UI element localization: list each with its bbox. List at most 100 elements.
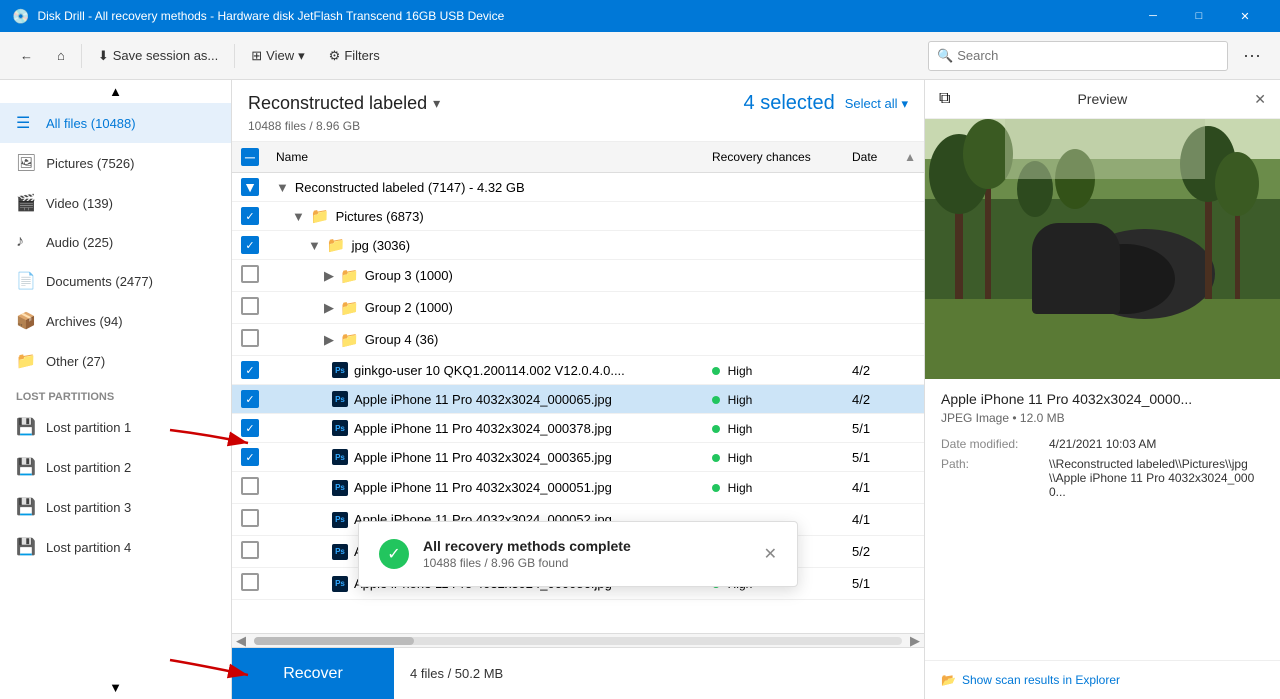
- row-checkbox[interactable]: ▼: [241, 178, 259, 196]
- horizontal-scrollbar[interactable]: ◀ ▶: [232, 633, 924, 647]
- row-checkbox[interactable]: ✓: [241, 361, 259, 379]
- sidebar-item-other[interactable]: 📁 Other (27): [0, 341, 231, 381]
- expand-icon[interactable]: ▶: [324, 300, 334, 316]
- search-input[interactable]: [957, 48, 1219, 63]
- view-button[interactable]: ⊞ View ▾: [243, 44, 312, 68]
- download-icon: ⬇: [98, 48, 109, 64]
- show-in-explorer-button[interactable]: 📂 Show scan results in Explorer: [925, 660, 1280, 699]
- row-checkbox[interactable]: [241, 541, 259, 559]
- sidebar-item-label: Documents (2477): [46, 274, 153, 289]
- row-checkbox[interactable]: ✓: [241, 419, 259, 437]
- row-checkbox[interactable]: [241, 573, 259, 591]
- preview-close-button[interactable]: ✕: [1254, 91, 1266, 108]
- scroll-right-button[interactable]: ▶: [906, 633, 924, 648]
- table-row[interactable]: ✓ ▼ 📁 jpg (3036): [232, 231, 924, 260]
- folder-icon: 📁: [340, 299, 359, 317]
- copy-button[interactable]: ⧉: [939, 90, 950, 108]
- category-chevron-icon[interactable]: ▾: [433, 95, 440, 112]
- titlebar: 💿 Disk Drill - All recovery methods - Ha…: [0, 0, 1280, 32]
- sidebar-item-documents[interactable]: 📄 Documents (2477): [0, 261, 231, 301]
- sidebar-item-pictures[interactable]: 🖼 Pictures (7526): [0, 143, 231, 183]
- table-row[interactable]: Ps Apple iPhone 11 Pro 4032x3024_000051.…: [232, 472, 924, 504]
- documents-icon: 📄: [16, 271, 36, 291]
- sidebar-scroll-up[interactable]: ▲: [0, 80, 231, 103]
- expand-icon[interactable]: ▼: [292, 209, 305, 224]
- sidebar-item-audio[interactable]: ♪ Audio (225): [0, 223, 231, 261]
- back-button[interactable]: ←: [12, 44, 41, 67]
- search-box[interactable]: 🔍: [928, 41, 1228, 71]
- ps-file-icon: Ps: [332, 512, 348, 528]
- table-row[interactable]: ▼ ▼ Reconstructed labeled (7147) - 4.32 …: [232, 173, 924, 202]
- recover-button[interactable]: Recover: [232, 648, 394, 699]
- date-cell: 5/1: [844, 568, 924, 600]
- minimize-button[interactable]: ─: [1130, 0, 1176, 32]
- sidebar-item-lp2[interactable]: 💾 Lost partition 2: [0, 447, 231, 487]
- table-row[interactable]: ✓ Ps Apple iPhone 11 Pro 4032x3024_00037…: [232, 414, 924, 443]
- table-row[interactable]: ▶ 📁 Group 3 (1000): [232, 260, 924, 292]
- recovery-dot: [712, 484, 720, 492]
- save-session-button[interactable]: ⬇ Save session as...: [90, 44, 226, 68]
- row-checkbox[interactable]: [241, 509, 259, 527]
- expand-icon[interactable]: ▼: [308, 238, 321, 253]
- row-checkbox[interactable]: [241, 297, 259, 315]
- row-checkbox[interactable]: [241, 477, 259, 495]
- expand-icon[interactable]: ▼: [276, 180, 289, 195]
- sidebar-item-all-files[interactable]: ☰ All files (10488): [0, 103, 231, 143]
- row-checkbox[interactable]: ✓: [241, 236, 259, 254]
- recovery-text: High: [728, 422, 753, 436]
- row-checkbox[interactable]: ✓: [241, 207, 259, 225]
- expand-icon[interactable]: ▶: [324, 332, 334, 348]
- recovery-dot: [712, 454, 720, 462]
- table-header-check[interactable]: ─: [232, 142, 268, 173]
- scroll-left-button[interactable]: ◀: [232, 633, 250, 648]
- expand-icon[interactable]: ▶: [324, 268, 334, 284]
- table-header-recovery[interactable]: Recovery chances: [704, 142, 844, 173]
- ps-file-icon: Ps: [332, 362, 348, 378]
- row-checkbox[interactable]: [241, 265, 259, 283]
- sidebar-item-lp3[interactable]: 💾 Lost partition 3: [0, 487, 231, 527]
- close-button[interactable]: ✕: [1222, 0, 1268, 32]
- scroll-up-icon[interactable]: ▲: [904, 150, 916, 164]
- select-all-label: Select all: [845, 96, 898, 111]
- row-checkbox[interactable]: [241, 329, 259, 347]
- table-row[interactable]: ▶ 📁 Group 4 (36): [232, 324, 924, 356]
- sidebar-item-lp1[interactable]: 💾 Lost partition 1: [0, 407, 231, 447]
- scroll-thumb[interactable]: [254, 637, 414, 645]
- table-row[interactable]: ▶ 📁 Group 2 (1000): [232, 292, 924, 324]
- maximize-button[interactable]: □: [1176, 0, 1222, 32]
- partition-icon: 💾: [16, 417, 36, 437]
- other-icon: 📁: [16, 351, 36, 371]
- sidebar-item-label: Other (27): [46, 354, 105, 369]
- row-name-container: ▼ 📁 jpg (3036): [276, 236, 916, 254]
- toolbar-divider-2: [234, 44, 235, 68]
- home-button[interactable]: ⌂: [49, 44, 73, 67]
- table-row[interactable]: ✓ ▼ 📁 Pictures (6873): [232, 202, 924, 231]
- notification-subtitle: 10488 files / 8.96 GB found: [423, 556, 750, 570]
- more-options-button[interactable]: ···: [1236, 40, 1268, 72]
- filters-button[interactable]: ⚙ Filters: [321, 44, 388, 68]
- file-name: Apple iPhone 11 Pro 4032x3024_000051.jpg: [354, 480, 612, 495]
- table-header-name[interactable]: Name: [268, 142, 704, 173]
- row-checkbox[interactable]: ✓: [241, 390, 259, 408]
- date-modified-value: 4/21/2021 10:03 AM: [1049, 437, 1156, 451]
- file-name: Reconstructed labeled (7147) - 4.32 GB: [295, 180, 525, 195]
- sidebar-item-video[interactable]: 🎬 Video (139): [0, 183, 231, 223]
- table-row[interactable]: ✓ Ps Apple iPhone 11 Pro 4032x3024_00036…: [232, 443, 924, 472]
- table-row[interactable]: ✓ Ps Apple iPhone 11 Pro 4032x3024_00006…: [232, 385, 924, 414]
- sidebar-item-lp4[interactable]: 💾 Lost partition 4: [0, 527, 231, 567]
- table-header-date[interactable]: Date ▲: [844, 142, 924, 173]
- notification-close-button[interactable]: ✕: [764, 544, 777, 564]
- table-row[interactable]: ✓ Ps ginkgo-user 10 QKQ1.200114.002 V12.…: [232, 356, 924, 385]
- folder-icon: 📁: [327, 236, 346, 254]
- select-all-checkbox[interactable]: ─: [241, 148, 259, 166]
- select-all-button[interactable]: Select all ▾: [845, 96, 908, 112]
- sidebar-item-label: Pictures (7526): [46, 156, 134, 171]
- row-checkbox[interactable]: ✓: [241, 448, 259, 466]
- row-name-container: Ps Apple iPhone 11 Pro 4032x3024_000378.…: [276, 420, 696, 436]
- show-in-explorer-label: Show scan results in Explorer: [962, 673, 1120, 687]
- content-header-top: Reconstructed labeled ▾ 4 selected Selec…: [248, 92, 908, 115]
- date-modified-label: Date modified:: [941, 437, 1041, 451]
- sidebar-item-archives[interactable]: 📦 Archives (94): [0, 301, 231, 341]
- sidebar-scroll-down[interactable]: ▼: [0, 676, 231, 699]
- recovery-text: High: [728, 451, 753, 465]
